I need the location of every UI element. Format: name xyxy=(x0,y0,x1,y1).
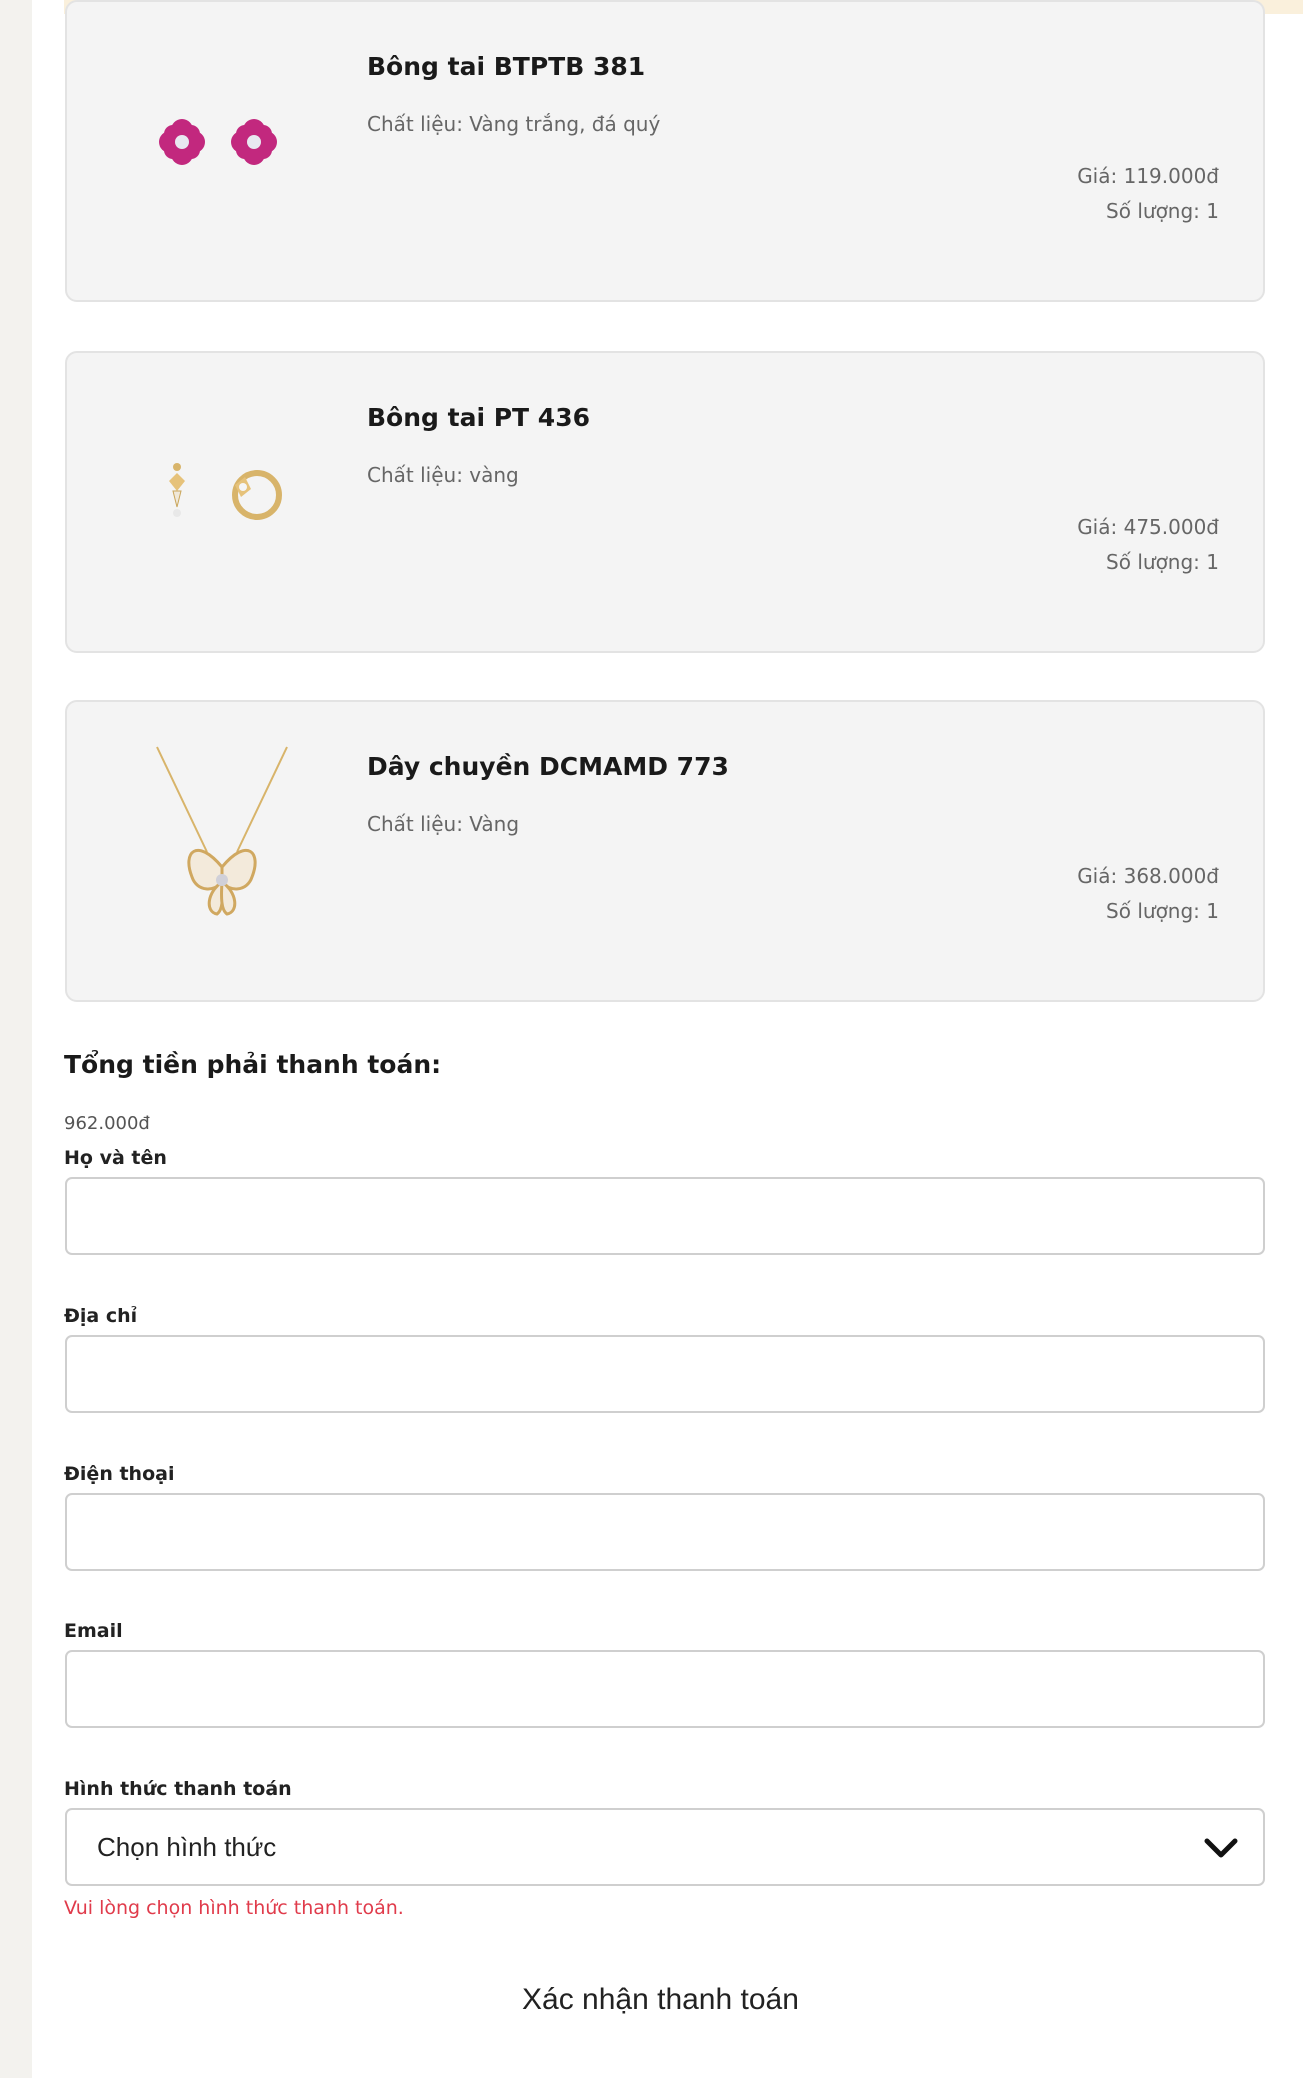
product-price: Giá: 475.000đ xyxy=(1077,515,1219,539)
email-input[interactable] xyxy=(65,1650,1265,1728)
butterfly-necklace-icon xyxy=(137,742,307,942)
payment-method-label: Hình thức thanh toán xyxy=(64,1778,292,1800)
product-quantity: Số lượng: 1 xyxy=(1106,550,1219,574)
pink-flower-earrings-icon xyxy=(137,42,307,242)
confirm-payment-button[interactable]: Xác nhận thanh toán xyxy=(522,1983,799,2017)
product-name: Dây chuyền DCMAMD 773 xyxy=(367,752,729,781)
address-label: Địa chỉ xyxy=(64,1305,138,1327)
product-material: Chất liệu: Vàng xyxy=(367,812,520,836)
total-value: 962.000đ xyxy=(64,1113,150,1134)
product-material: Chất liệu: Vàng trắng, đá quý xyxy=(367,112,661,136)
email-label: Email xyxy=(64,1620,123,1642)
phone-input[interactable] xyxy=(65,1493,1265,1571)
phone-label: Điện thoại xyxy=(64,1463,175,1485)
product-price: Giá: 119.000đ xyxy=(1077,164,1219,188)
cart-item-card: Bông tai PT 436 Chất liệu: vàng Giá: 475… xyxy=(65,351,1265,653)
total-label: Tổng tiền phải thanh toán: xyxy=(64,1050,442,1079)
product-name: Bông tai BTPTB 381 xyxy=(367,52,646,81)
product-quantity: Số lượng: 1 xyxy=(1106,199,1219,223)
product-material: Chất liệu: vàng xyxy=(367,463,519,487)
product-price: Giá: 368.000đ xyxy=(1077,864,1219,888)
chevron-down-icon xyxy=(1201,1830,1241,1866)
name-input[interactable] xyxy=(65,1177,1265,1255)
cart-item-card: Bông tai BTPTB 381 Chất liệu: Vàng trắng… xyxy=(65,0,1265,302)
address-input[interactable] xyxy=(65,1335,1265,1413)
payment-method-selected: Chọn hình thức xyxy=(97,1832,277,1862)
cart-item-card: Dây chuyền DCMAMD 773 Chất liệu: Vàng Gi… xyxy=(65,700,1265,1002)
name-label: Họ và tên xyxy=(64,1147,167,1169)
product-quantity: Số lượng: 1 xyxy=(1106,899,1219,923)
payment-method-select[interactable]: Chọn hình thức xyxy=(65,1808,1265,1886)
gold-hoop-earrings-icon xyxy=(137,393,307,593)
payment-error-message: Vui lòng chọn hình thức thanh toán. xyxy=(64,1897,404,1919)
checkout-page: Bông tai BTPTB 381 Chất liệu: Vàng trắng… xyxy=(32,0,1303,2078)
product-name: Bông tai PT 436 xyxy=(367,403,590,432)
